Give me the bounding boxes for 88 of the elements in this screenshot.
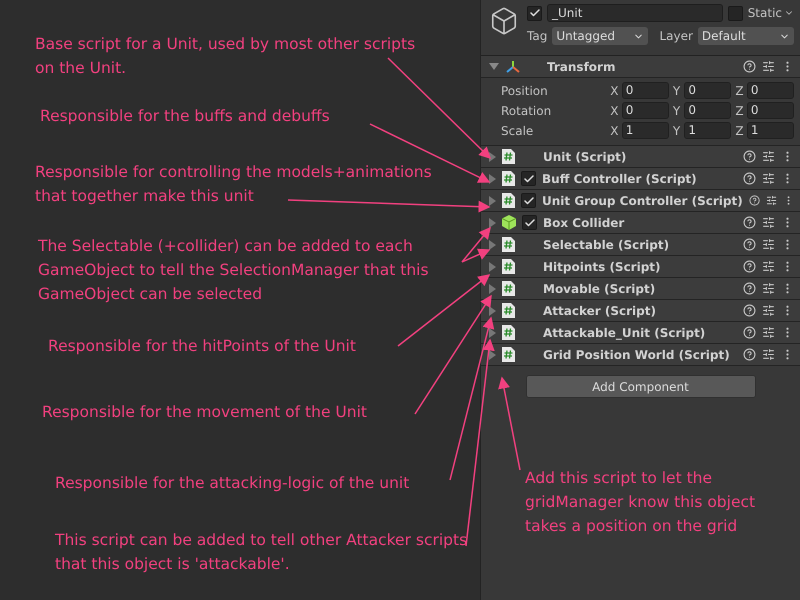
number-field[interactable]: 0 <box>622 102 669 119</box>
checkbox[interactable] <box>728 6 743 20</box>
checkbox[interactable] <box>521 193 536 208</box>
component-title: Buff Controller (Script) <box>542 172 698 186</box>
annotation-text: Responsible for the buffs and debuffs <box>40 106 330 127</box>
number-field[interactable]: 0 <box>622 82 669 99</box>
number-field[interactable]: 1 <box>684 122 732 139</box>
script-file-icon <box>502 149 515 164</box>
field-label: Scale <box>501 124 534 138</box>
checkbox[interactable] <box>527 6 542 20</box>
script-file-icon <box>502 259 515 274</box>
help-icon[interactable] <box>743 348 756 361</box>
script-file-icon <box>502 347 515 362</box>
help-icon[interactable] <box>743 238 756 251</box>
number-field[interactable]: 0 <box>684 82 732 99</box>
script-file-icon <box>502 281 515 296</box>
component-title: Box Collider <box>543 216 626 230</box>
help-icon[interactable] <box>743 172 756 185</box>
sliders-icon[interactable] <box>766 194 777 207</box>
script-file-icon <box>502 171 515 186</box>
checkbox[interactable] <box>521 171 536 186</box>
component-title: Grid Position World (Script) <box>543 348 731 362</box>
axis-label: Y <box>672 104 682 118</box>
field-label: Position <box>501 84 549 98</box>
sliders-icon[interactable] <box>762 60 775 73</box>
sliders-icon[interactable] <box>762 282 775 295</box>
axis-label: X <box>610 104 620 118</box>
axis-label: X <box>610 124 620 138</box>
sliders-icon[interactable] <box>762 260 775 273</box>
name-field[interactable]: _Unit <box>547 4 723 22</box>
number-field[interactable]: 0 <box>746 102 794 119</box>
sliders-icon[interactable] <box>762 326 775 339</box>
script-file-icon <box>502 193 515 208</box>
number-field[interactable]: 0 <box>746 82 794 99</box>
component-title: Selectable (Script) <box>543 238 670 252</box>
component-title: Hitpoints (Script) <box>543 260 662 274</box>
field-label: Rotation <box>501 104 552 118</box>
help-icon[interactable] <box>748 194 760 207</box>
help-icon[interactable] <box>743 60 756 73</box>
annotation-text: Responsible for the movement of the Unit <box>42 402 367 423</box>
add-component-button[interactable]: Add Component <box>526 375 756 398</box>
annotation-text: Add this script to let the gridManager know this object takes a position on the grid <box>525 468 756 537</box>
layer-dropdown[interactable]: Default <box>698 27 794 45</box>
help-icon[interactable] <box>743 326 756 339</box>
annotation-text: This script can be added to tell other Attacker scripts that this object is 'attackable'. <box>55 530 468 575</box>
number-field[interactable]: 0 <box>684 102 732 119</box>
axis-label: Z <box>735 104 745 118</box>
sliders-icon[interactable] <box>762 150 775 163</box>
help-icon[interactable] <box>743 304 756 317</box>
script-file-icon <box>502 325 515 340</box>
layer-label: Layer <box>659 29 693 43</box>
component-title: Unit (Script) <box>543 150 628 164</box>
sliders-icon[interactable] <box>762 304 775 317</box>
help-icon[interactable] <box>743 216 756 229</box>
annotation-text: The Selectable (+collider) can be added to each GameObject to tell the SelectionManager that this GameObject can be selected <box>38 236 429 305</box>
sliders-icon[interactable] <box>762 172 775 185</box>
sliders-icon[interactable] <box>762 216 775 229</box>
axis-label: X <box>610 84 620 98</box>
annotation-text: Base script for a Unit, used by most other scripts on the Unit. <box>35 34 416 79</box>
number-field[interactable]: 1 <box>622 122 669 139</box>
static-label[interactable]: Static <box>748 6 782 20</box>
component-title: Unit Group Controller (Script) <box>542 194 743 208</box>
component-title: Attackable_Unit (Script) <box>543 326 706 340</box>
axis-label: Y <box>672 84 682 98</box>
component-title: Movable (Script) <box>543 282 656 296</box>
help-icon[interactable] <box>743 260 756 273</box>
annotation-text: Responsible for the attacking-logic of the unit <box>55 473 410 494</box>
component-title: Attacker (Script) <box>543 304 657 318</box>
number-field[interactable]: 1 <box>746 122 794 139</box>
checkbox[interactable] <box>522 215 537 230</box>
tag-dropdown[interactable]: Untagged <box>552 27 648 45</box>
script-file-icon <box>502 237 515 252</box>
help-icon[interactable] <box>743 282 756 295</box>
script-file-icon <box>502 303 515 318</box>
axis-label: Z <box>735 124 745 138</box>
cube-icon <box>489 6 519 36</box>
sliders-icon[interactable] <box>762 348 775 361</box>
annotation-text: Responsible for the hitPoints of the Unit <box>48 336 356 357</box>
sliders-icon[interactable] <box>762 238 775 251</box>
tag-label: Tag <box>527 29 548 43</box>
component-title: Transform <box>547 60 616 74</box>
help-icon[interactable] <box>743 150 756 163</box>
cube-icon <box>502 215 516 230</box>
transform-icon <box>505 60 521 74</box>
expand-triangle-icon[interactable] <box>489 63 499 70</box>
axis-label: Z <box>735 84 745 98</box>
axis-label: Y <box>672 124 682 138</box>
annotation-text: Responsible for controlling the models+animations that together make this unit <box>35 162 432 207</box>
